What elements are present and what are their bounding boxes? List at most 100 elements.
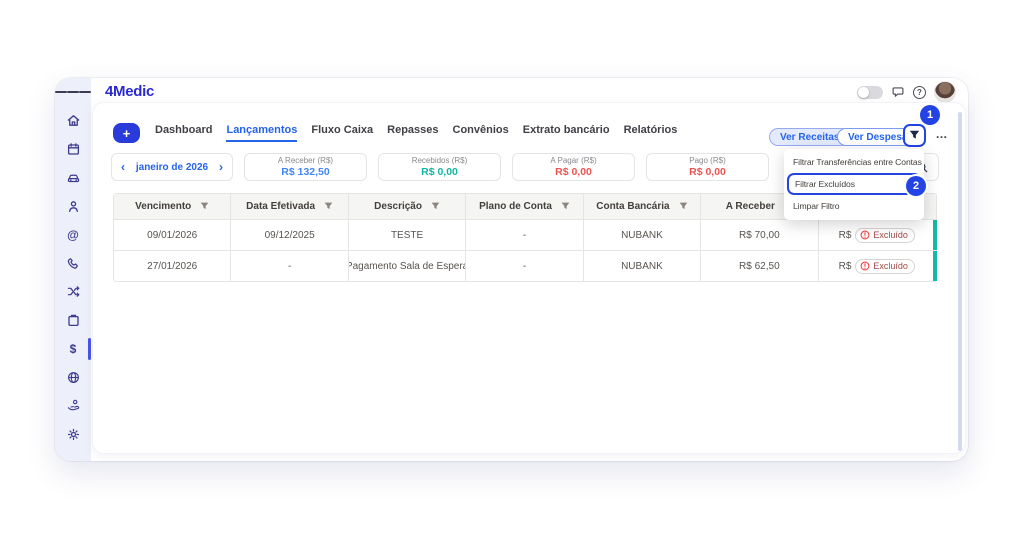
card-value: R$ 0,00	[689, 166, 726, 178]
cell-vencimento: 27/01/2026	[114, 251, 232, 281]
sidebar-item-web[interactable]	[55, 363, 91, 392]
row-accent-bar	[933, 220, 937, 250]
vertical-scrollbar[interactable]	[958, 112, 962, 451]
menu-icon[interactable]	[55, 78, 91, 107]
card-value: R$ 0,00	[555, 166, 592, 178]
clipboard-icon	[67, 314, 79, 326]
cell-data-efetivada: -	[231, 251, 349, 281]
tab-relatorios[interactable]: Relatórios	[624, 124, 678, 142]
period-label: janeiro de 2026	[135, 161, 209, 173]
filter-menu-item-limpar[interactable]: Limpar Filtro	[784, 196, 924, 216]
tab-extrato-bancario[interactable]: Extrato bancário	[523, 124, 610, 142]
sidebar-item-payments[interactable]	[55, 392, 91, 421]
period-next-button[interactable]: ›	[219, 160, 223, 174]
callout-step-1: 1	[920, 105, 940, 125]
sidebar-item-home[interactable]	[55, 107, 91, 136]
card-value: R$ 132,50	[281, 166, 330, 178]
header-controls: ?	[857, 80, 956, 104]
excluded-badge: Excluído	[855, 258, 915, 274]
cell-data-efetivada: 09/12/2025	[231, 220, 349, 250]
summary-card-pago: Pago (R$) R$ 0,00	[646, 153, 769, 181]
cell-a-receber: R$ 62,50	[701, 251, 819, 281]
card-label: A Receber (R$)	[277, 156, 334, 165]
sidebar-item-transport[interactable]	[55, 164, 91, 193]
more-options-button[interactable]: ...	[936, 127, 948, 141]
card-label: Recebidos (R$)	[411, 156, 468, 165]
column-header-plano-de-conta: Plano de Conta	[466, 194, 584, 219]
app-window: @ $ 4Medic ? + Dashboard Lançamentos Flu…	[55, 78, 968, 461]
column-header-vencimento: Vencimento	[114, 194, 232, 219]
sidebar-item-mentions[interactable]: @	[55, 221, 91, 250]
tab-repasses[interactable]: Repasses	[387, 124, 438, 142]
filter-toggle-button[interactable]	[903, 124, 926, 147]
callout-step-2: 2	[906, 176, 926, 196]
sidebar: @ $	[55, 78, 91, 461]
cell-a-receber: R$ 70,00	[701, 220, 819, 250]
gear-icon	[67, 428, 79, 440]
home-icon	[67, 115, 79, 127]
card-label: Pago (R$)	[689, 156, 726, 165]
card-value: R$ 0,00	[421, 166, 458, 178]
tab-bar: + Dashboard Lançamentos Fluxo Caixa Repa…	[113, 123, 677, 143]
column-header-data-efetivada: Data Efetivada	[231, 194, 349, 219]
tab-lancamentos[interactable]: Lançamentos	[226, 124, 298, 142]
sidebar-item-tasks[interactable]	[55, 306, 91, 335]
filter-funnel-icon[interactable]	[561, 202, 570, 211]
sidebar-item-financial[interactable]: $	[55, 335, 91, 364]
patient-icon	[68, 200, 78, 212]
chat-icon[interactable]	[891, 85, 905, 99]
globe-icon	[67, 371, 79, 383]
filter-icon	[909, 130, 920, 139]
excluded-badge: Excluído	[855, 227, 915, 243]
sidebar-item-integrations[interactable]	[55, 278, 91, 307]
sidebar-item-settings[interactable]	[55, 420, 91, 449]
filter-dropdown: Filtrar Transferências entre Contas Filt…	[784, 149, 926, 220]
sidebar-item-calendar[interactable]	[55, 135, 91, 164]
at-icon: @	[67, 227, 79, 242]
car-icon	[67, 174, 79, 183]
calendar-icon	[67, 142, 79, 155]
theme-toggle[interactable]	[857, 85, 883, 99]
cell-recebido: R$ Excluído	[819, 251, 936, 281]
cell-descricao: Pagamento Sala de Espera	[349, 251, 467, 281]
excluded-alert-icon	[860, 230, 870, 240]
table-row[interactable]: 27/01/2026 - Pagamento Sala de Espera - …	[114, 250, 937, 281]
hand-coin-icon	[67, 400, 79, 411]
cell-plano-de-conta: -	[466, 251, 584, 281]
summary-card-recebidos: Recebidos (R$) R$ 0,00	[378, 153, 501, 181]
app-logo: 4Medic	[105, 83, 155, 100]
sidebar-item-phone[interactable]	[55, 249, 91, 278]
cell-conta-bancaria: NUBANK	[584, 220, 702, 250]
filter-funnel-icon[interactable]	[431, 202, 440, 211]
tab-dashboard[interactable]: Dashboard	[155, 124, 212, 142]
cell-recebido: R$ Excluído	[819, 220, 936, 250]
cell-conta-bancaria: NUBANK	[584, 251, 702, 281]
tab-convenios[interactable]: Convênios	[453, 124, 509, 142]
filter-funnel-icon[interactable]	[200, 202, 209, 211]
help-icon[interactable]: ?	[913, 85, 926, 99]
card-label: A Pagar (R$)	[550, 156, 597, 165]
finance-icon: $	[69, 341, 77, 356]
row-accent-bar	[933, 251, 937, 281]
cell-plano-de-conta: -	[466, 220, 584, 250]
integrations-icon	[67, 286, 79, 298]
cell-vencimento: 09/01/2026	[114, 220, 232, 250]
filter-funnel-icon[interactable]	[324, 202, 333, 211]
add-button[interactable]: +	[113, 123, 140, 143]
user-avatar[interactable]	[934, 81, 956, 103]
summary-card-a-pagar: A Pagar (R$) R$ 0,00	[512, 153, 635, 181]
period-prev-button[interactable]: ‹	[121, 160, 125, 174]
column-header-conta-bancaria: Conta Bancária	[584, 194, 702, 219]
excluded-alert-icon	[860, 261, 870, 271]
tab-fluxo-caixa[interactable]: Fluxo Caixa	[311, 124, 373, 142]
sidebar-item-patients[interactable]	[55, 192, 91, 221]
filter-menu-item-transferencias[interactable]: Filtrar Transferências entre Contas	[784, 152, 924, 172]
content-panel: + Dashboard Lançamentos Fluxo Caixa Repa…	[92, 102, 966, 454]
filter-funnel-icon[interactable]	[679, 202, 688, 211]
table-row[interactable]: 09/01/2026 09/12/2025 TESTE - NUBANK R$ …	[114, 219, 937, 250]
cell-descricao: TESTE	[349, 220, 467, 250]
filter-menu-item-excluidos[interactable]: Filtrar Excluídos	[787, 173, 921, 195]
column-header-descricao: Descrição	[349, 194, 467, 219]
summary-strip: ‹ janeiro de 2026 › A Receber (R$) R$ 13…	[111, 153, 769, 181]
summary-card-a-receber: A Receber (R$) R$ 132,50	[244, 153, 367, 181]
